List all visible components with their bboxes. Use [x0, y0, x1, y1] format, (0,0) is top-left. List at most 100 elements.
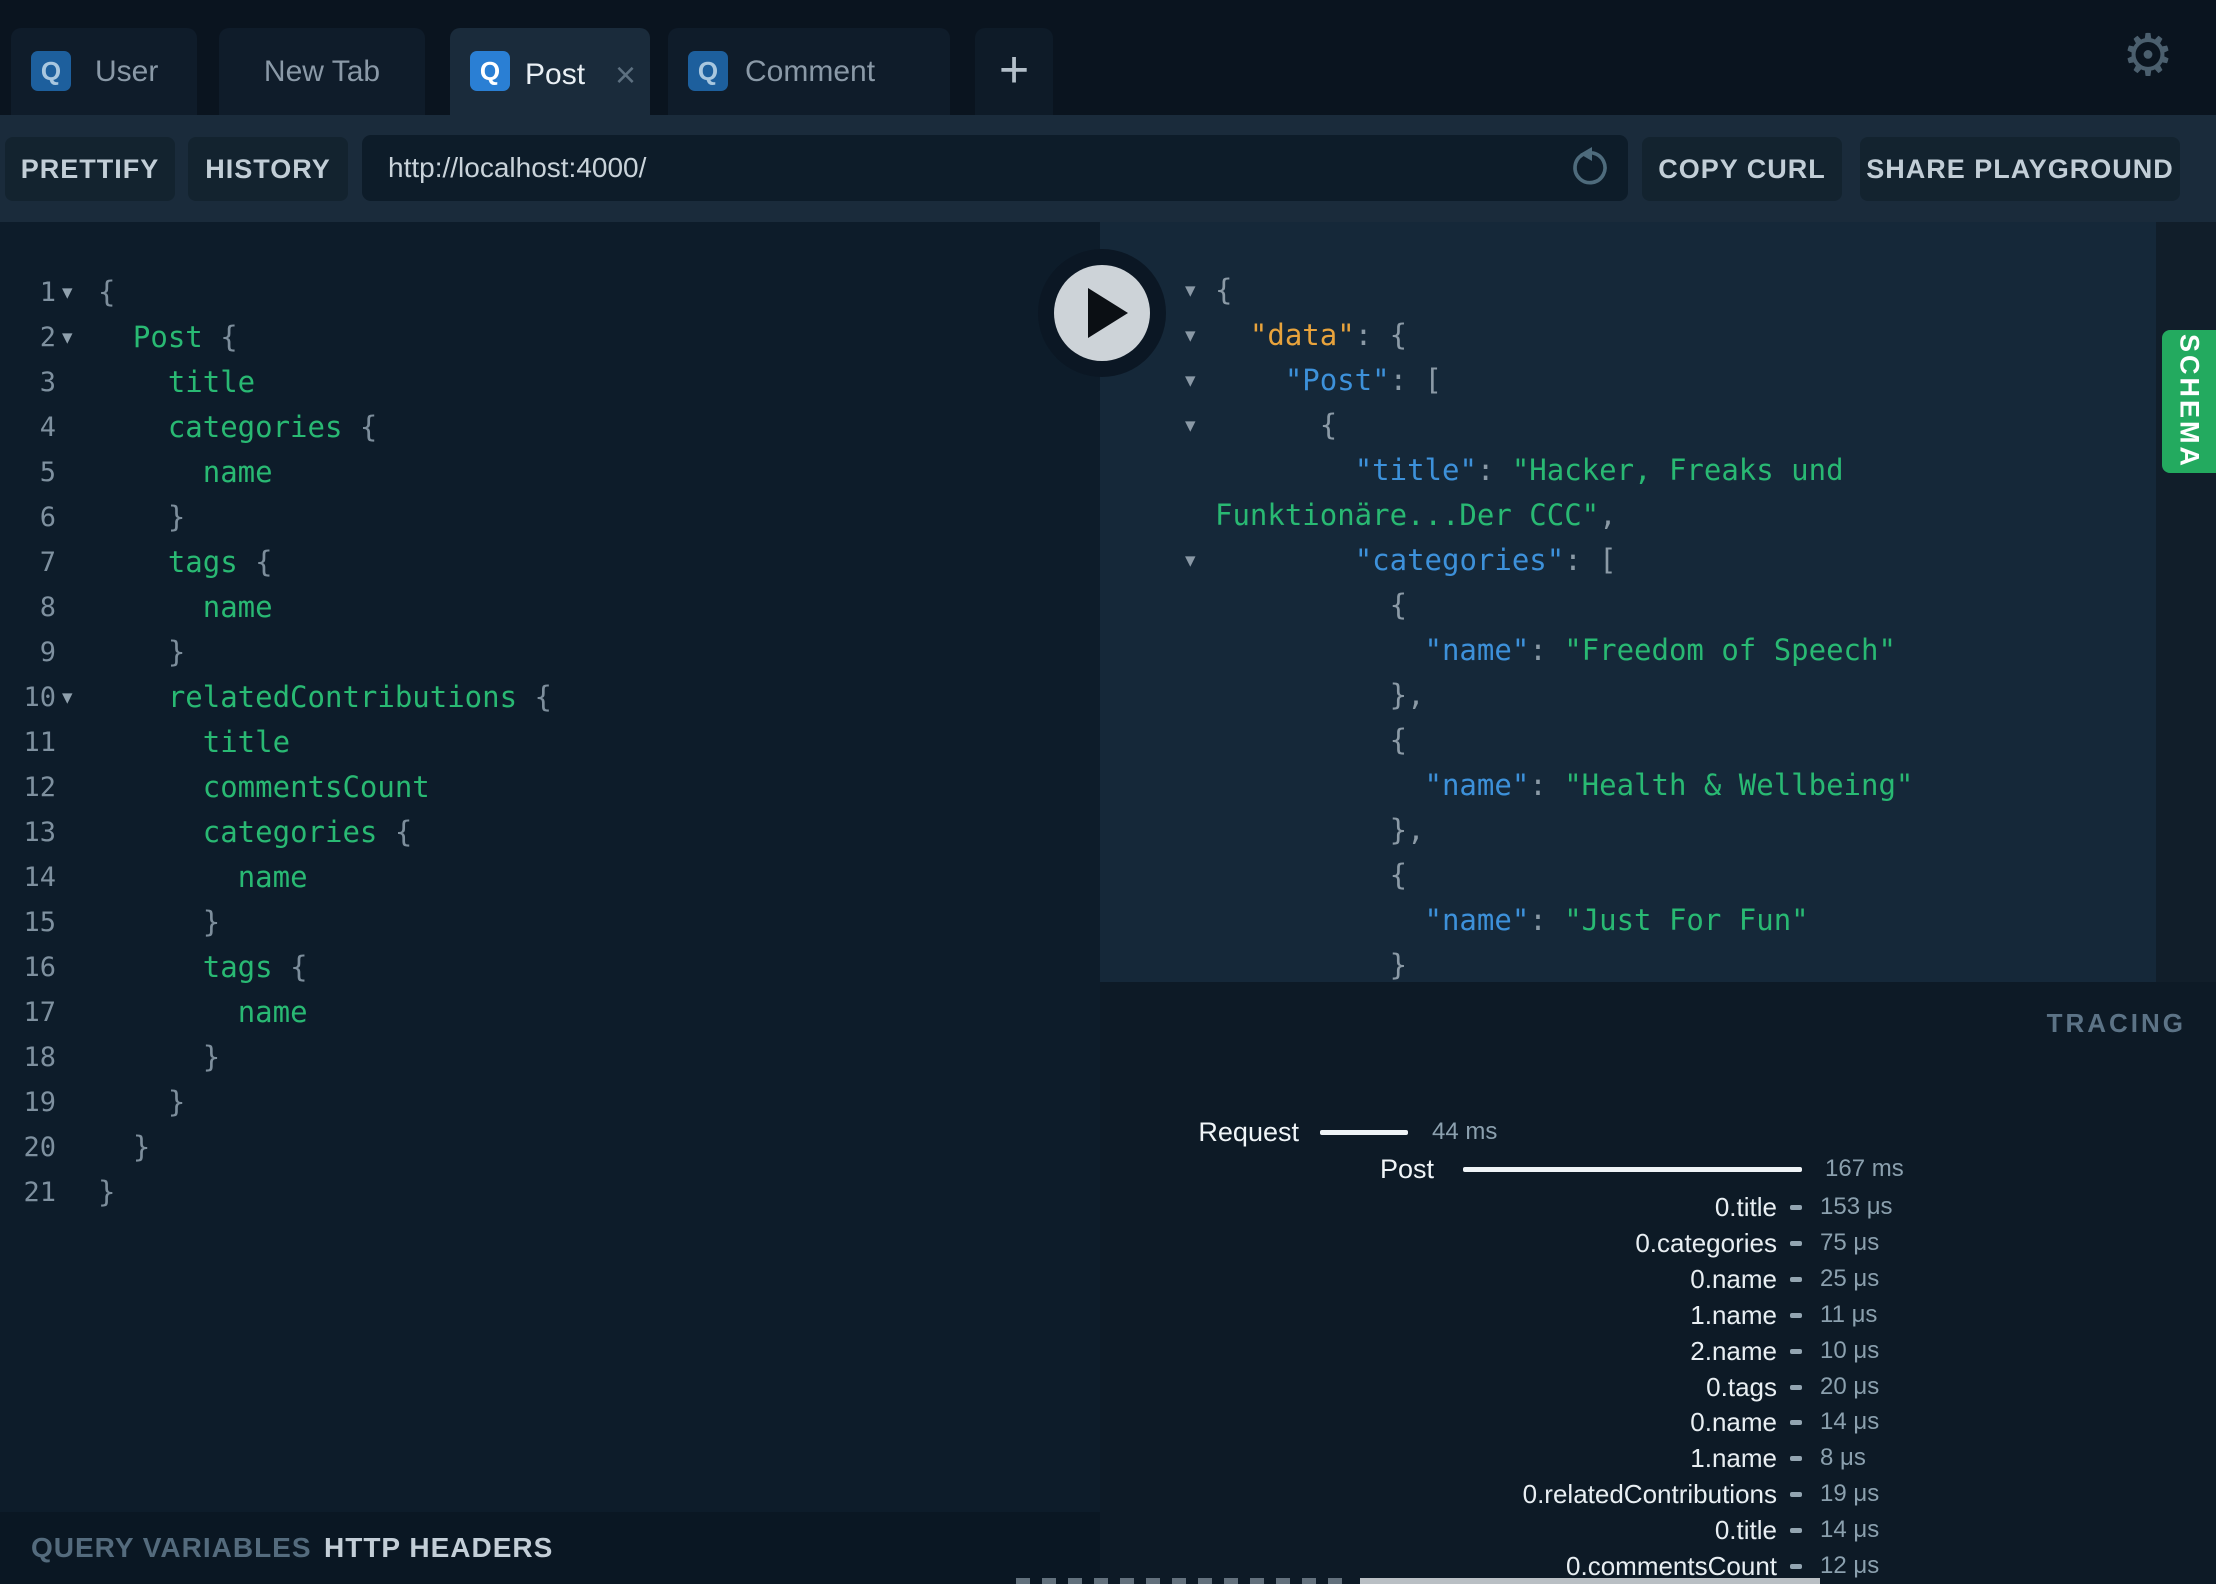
tab-comment[interactable]: Q Comment [668, 28, 950, 115]
tracing-dash [1790, 1384, 1802, 1390]
field-token: categories [167, 410, 343, 444]
code-text: tags { [98, 945, 308, 990]
query-editor[interactable]: 1 ▾{2 ▾ Post {3 title 4 categories {5 name 6… [0, 222, 1100, 1512]
settings-gear-icon[interactable]: ⚙ [2122, 26, 2174, 84]
json-text: "name": "Health & Wellbeing" [1215, 763, 1914, 808]
tracing-field-duration: 14 μs [1820, 1516, 1880, 1544]
editor-line: 6 } [0, 495, 1100, 540]
clipped-bottom-content [1016, 1578, 1353, 1584]
brace-token: { [377, 815, 413, 849]
endpoint-url-input[interactable] [362, 135, 1628, 201]
line-number: 12 [23, 772, 56, 803]
tracing-field-label: 1.name [1690, 1299, 1777, 1330]
fold-arrow-icon[interactable]: ▾ [1185, 313, 1196, 358]
code-text: } [98, 495, 185, 540]
copy-curl-button[interactable]: COPY CURL [1642, 137, 1842, 201]
tracing-field-label: 0.name [1690, 1263, 1777, 1294]
json-token: "Hacker, Freaks und [1511, 453, 1844, 487]
json-text: "name": "Just For Fun" [1215, 898, 1809, 943]
http-headers-tab[interactable]: HTTP HEADERS [324, 1532, 553, 1564]
tab-label: New Tab [263, 54, 381, 88]
json-token: }, [1389, 813, 1425, 847]
editor-line: 19 } [0, 1080, 1100, 1125]
json-token: { [1389, 588, 1408, 622]
tracing-post-row: Post 167 ms [1100, 1153, 2216, 1185]
plus-icon: + [998, 40, 1030, 99]
json-text: "name": "Freedom of Speech" [1215, 628, 1896, 673]
json-token: { [1389, 318, 1408, 352]
response-line: { [1100, 583, 2216, 628]
fold-arrow-icon[interactable]: ▾ [62, 675, 73, 720]
field-token: name [237, 860, 308, 894]
fold-arrow-icon[interactable]: ▾ [1185, 403, 1196, 448]
tracing-field-duration: 153 μs [1820, 1193, 1893, 1220]
editor-line: 5 name [0, 450, 1100, 495]
tracing-field-row: 2.name 10 μs [1100, 1335, 2216, 1367]
field-token: categories [202, 815, 378, 849]
tracing-title: TRACING [2046, 1008, 2186, 1038]
brace-token: } [202, 1040, 221, 1074]
fold-arrow-icon[interactable]: ▾ [1185, 538, 1196, 583]
editor-line: 3 title [0, 360, 1100, 405]
play-icon [1088, 288, 1128, 338]
editor-line: 1 ▾ { [0, 270, 1100, 315]
json-text: { [1215, 403, 1337, 448]
share-playground-button[interactable]: SHARE PLAYGROUND [1860, 137, 2180, 201]
tab-post[interactable]: Q Post × [450, 28, 650, 122]
json-token: { [1389, 858, 1408, 892]
tracing-dash [1790, 1205, 1802, 1210]
tracing-field-duration: 25 μs [1820, 1264, 1880, 1292]
tracing-field-row: 0.categories 75 μs [1100, 1227, 2216, 1259]
editor-line: 12 commentsCount [0, 765, 1100, 810]
tracing-dash [1790, 1492, 1802, 1498]
json-token: "Freedom of Speech" [1564, 633, 1896, 667]
editor-line: 13 categories { [0, 810, 1100, 855]
line-number: 20 [23, 1132, 56, 1163]
brace-token: } [98, 1175, 116, 1209]
reload-icon[interactable] [1568, 146, 1612, 190]
tracing-field-row: 0.title 153 μs [1100, 1191, 2216, 1223]
tab-new-tab[interactable]: New Tab [219, 28, 425, 115]
fold-arrow-icon[interactable]: ▾ [1185, 268, 1196, 313]
tracing-dash [1790, 1420, 1802, 1426]
prettify-button[interactable]: PRETTIFY [5, 137, 175, 201]
execute-play-button[interactable] [1038, 249, 1166, 377]
line-number: 4 [39, 412, 56, 443]
schema-tab[interactable]: SCHEMA [2162, 330, 2216, 473]
json-token: Funktionäre...Der CCC" [1215, 498, 1600, 532]
brace-token: } [167, 1085, 186, 1119]
json-token: "name" [1424, 768, 1530, 802]
json-token: { [1319, 408, 1338, 442]
line-number: 10 [23, 682, 56, 713]
tracing-field-label: 0.tags [1706, 1371, 1777, 1402]
close-tab-icon[interactable]: × [615, 57, 636, 93]
response-line: "title": "Hacker, Freaks und [1100, 448, 2216, 493]
fold-arrow-icon[interactable]: ▾ [1185, 358, 1196, 403]
history-button[interactable]: HISTORY [188, 137, 348, 201]
tab-user[interactable]: Q User [11, 28, 197, 115]
code-text: relatedContributions { [98, 675, 552, 720]
fold-arrow-icon[interactable]: ▾ [62, 270, 73, 315]
json-token: : [1529, 903, 1565, 937]
json-text: { [1215, 583, 1407, 628]
fold-arrow-icon[interactable]: ▾ [62, 315, 73, 360]
line-number: 6 [39, 502, 56, 533]
query-variables-tab[interactable]: QUERY VARIABLES [31, 1532, 312, 1564]
editor-line: 9 } [0, 630, 1100, 675]
horizontal-scrollbar-thumb[interactable] [1360, 1578, 1820, 1584]
json-text: "categories": [ [1215, 538, 1617, 583]
editor-line: 7 tags { [0, 540, 1100, 585]
code-text: } [98, 1170, 115, 1215]
tracing-dash [1790, 1348, 1802, 1354]
line-number: 13 [23, 817, 56, 848]
response-line: "name": "Freedom of Speech" [1100, 628, 2216, 673]
new-tab-button[interactable]: + [975, 28, 1053, 115]
json-token: "title" [1354, 453, 1477, 487]
editor-line: 15 } [0, 900, 1100, 945]
tracing-field-duration: 11 μs [1820, 1300, 1878, 1328]
json-token: , [1599, 498, 1617, 532]
response-line: ▾ "data": { [1100, 313, 2216, 358]
tab-label: Comment [745, 54, 876, 88]
play-button-circle [1054, 265, 1150, 361]
query-badge-icon: Q [688, 51, 728, 91]
